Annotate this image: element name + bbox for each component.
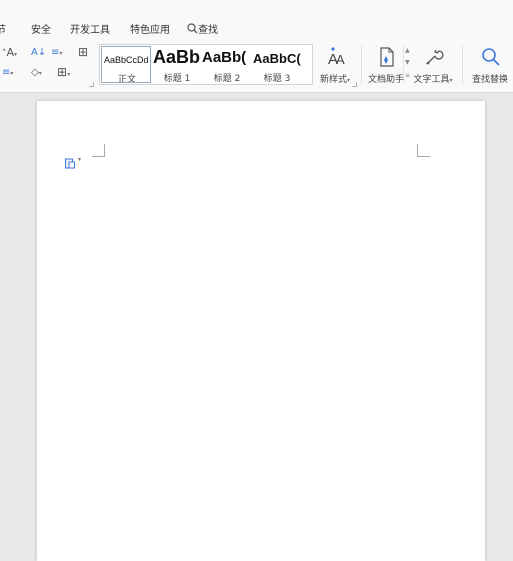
doc-assistant-icon — [380, 47, 394, 67]
sort-icon: A↓ — [31, 47, 47, 58]
text-tools-button[interactable]: 文字工具▾ — [410, 44, 456, 88]
crop-mark-top-left — [92, 144, 105, 157]
border-button[interactable]: ⊞ — [78, 46, 88, 58]
wrench-icon — [426, 49, 444, 65]
find-replace-label: 查找替换 — [471, 75, 508, 85]
search-icon — [187, 23, 198, 34]
document-page[interactable]: ▾ — [37, 101, 485, 561]
style-heading-3-label: 标题 3 — [263, 74, 291, 83]
sort-button[interactable]: A↓ — [31, 47, 46, 59]
style-normal-preview: AaBbCcDd — [104, 55, 149, 65]
search-icon — [482, 48, 500, 66]
styles-gallery: AaBbCcDd 正文 AaBb 标题 1 AaBb( 标题 2 AaBbC( … — [99, 44, 410, 85]
text-tools-label: 文字工具▾ — [413, 75, 453, 85]
paragraph-spacing-button[interactable]: ≡▾ — [51, 47, 62, 60]
style-heading-2[interactable]: AaBb( 标题 2 — [202, 46, 252, 83]
svg-text:A: A — [336, 52, 345, 67]
table-border-icon: ⊞ — [57, 65, 68, 79]
menu-bar: 节 安全 开发工具 特色应用 查找 — [0, 0, 513, 40]
menu-developer-tools[interactable]: 开发工具 — [70, 21, 110, 36]
chevron-down-icon: ▾ — [78, 156, 82, 163]
grow-font-button[interactable]: ˄A▾ — [2, 47, 17, 61]
list-button[interactable]: ≡▾ — [2, 67, 13, 80]
style-heading-1-preview: AaBb — [153, 47, 201, 67]
menu-section[interactable]: 节 — [0, 21, 6, 36]
style-heading-3[interactable]: AaBbC( 标题 3 — [252, 46, 302, 83]
styles-group-expand-icon[interactable] — [352, 82, 357, 87]
menu-search[interactable]: 查找 — [187, 21, 218, 36]
new-style-icon: A A — [328, 47, 345, 68]
crop-mark-top-right — [417, 144, 430, 157]
doc-assistant-label: 文档助手 — [367, 75, 404, 85]
grow-font-icon: A — [6, 46, 15, 59]
paste-icon — [65, 158, 75, 169]
table-border-button[interactable]: ⊞▾ — [57, 66, 70, 81]
menu-search-label: 查找 — [198, 25, 218, 36]
border-icon: ⊞ — [78, 45, 89, 59]
doc-assistant-button[interactable]: 文档助手 — [363, 44, 409, 88]
shading-button[interactable]: ◇▾ — [31, 67, 42, 80]
menu-special-apps[interactable]: 特色应用 — [130, 21, 170, 36]
find-replace-button[interactable]: 查找替换 — [467, 44, 513, 88]
style-heading-3-preview: AaBbC( — [253, 51, 301, 66]
ribbon-toolbar: ˄A▾ A↓ ≡▾ ⊞ ≡▾ ◇▾ ⊞▾ AaBbCcDd 正文 AaBb 标题… — [0, 40, 513, 93]
paste-options-button[interactable]: ▾ — [64, 154, 81, 173]
ribbon-divider — [361, 46, 362, 84]
style-normal[interactable]: AaBbCcDd 正文 — [101, 46, 151, 83]
ribbon-divider — [462, 46, 463, 84]
style-heading-2-preview: AaBb( — [202, 49, 247, 66]
style-normal-label: 正文 — [117, 75, 136, 83]
style-heading-1[interactable]: AaBb 标题 1 — [152, 46, 202, 83]
style-heading-1-label: 标题 1 — [163, 74, 191, 83]
font-group-expand-icon[interactable] — [89, 82, 94, 87]
menu-security[interactable]: 安全 — [31, 21, 51, 36]
style-heading-2-label: 标题 2 — [213, 74, 241, 83]
shading-icon: ◇ — [31, 67, 39, 78]
